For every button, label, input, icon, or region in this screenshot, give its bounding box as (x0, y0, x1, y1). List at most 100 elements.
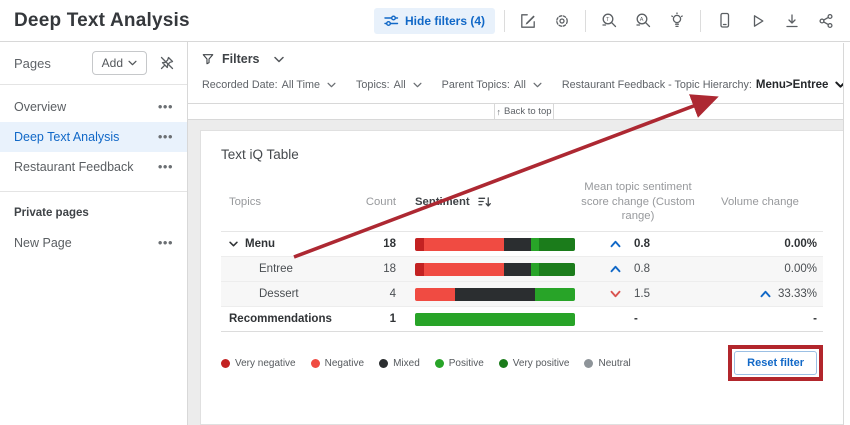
chevron-up-icon (760, 290, 771, 298)
count-cell: 18 (341, 238, 396, 250)
filter-chip[interactable]: Topics:All (356, 79, 422, 91)
share-icon[interactable] (812, 8, 840, 34)
score-change-cell: 0.8 (575, 263, 701, 275)
legend-dot-icon (311, 359, 320, 368)
scrollbar-track[interactable] (843, 43, 850, 425)
legend-item: Positive (435, 358, 484, 369)
back-to-top-button[interactable]: ↑ Back to top (494, 104, 554, 119)
count-cell: 4 (341, 288, 396, 300)
sidebar-item-label: Deep Text Analysis (14, 130, 119, 144)
column-header-volume-change[interactable]: Volume change (701, 196, 819, 208)
legend-label: Negative (325, 358, 364, 369)
column-header-topics[interactable]: Topics (221, 196, 341, 208)
score-change-cell: - (575, 313, 701, 325)
sentiment-segment-positive (535, 288, 575, 301)
legend-item: Very negative (221, 358, 296, 369)
more-menu-icon[interactable]: ••• (158, 133, 173, 141)
sidebar-item[interactable]: Deep Text Analysis ••• (0, 122, 187, 152)
column-header-mean-change[interactable]: Mean topic sentiment score change (Custo… (575, 180, 701, 224)
table-row[interactable]: Dessert4 1.533.33% (221, 282, 823, 307)
annotation-highlight-box: Reset filter (728, 345, 823, 381)
sentiment-segment-very_negative (415, 238, 424, 251)
table-row[interactable]: Recommendations1 - - (221, 307, 823, 332)
more-menu-icon[interactable]: ••• (158, 163, 173, 171)
sentiment-legend: Very negativeNegativeMixedPositiveVery p… (221, 358, 631, 369)
topic-cell[interactable]: Recommendations (221, 313, 341, 325)
page-title: Deep Text Analysis (14, 10, 190, 32)
reset-filter-button[interactable]: Reset filter (734, 351, 817, 375)
unpin-sidebar-icon[interactable] (159, 55, 175, 71)
legend-item: Negative (311, 358, 364, 369)
pages-sidebar: Pages Add Overview•••Deep Text Analysis•… (0, 42, 188, 425)
magnifier-text-icon[interactable]: T (595, 8, 623, 34)
dashboard-content: Text iQ Table Topics Count Sentiment Me (188, 120, 850, 425)
legend-dot-icon (584, 359, 593, 368)
topic-cell[interactable]: Entree (221, 263, 341, 275)
table-row[interactable]: Entree180.80.00% (221, 257, 823, 282)
sentiment-bar[interactable] (415, 238, 575, 251)
add-page-button[interactable]: Add (92, 51, 147, 75)
topic-cell[interactable]: Menu (221, 238, 341, 250)
expand-chevron-icon[interactable] (229, 241, 238, 247)
filter-chip[interactable]: Recorded Date:All Time (202, 79, 336, 91)
sidebar-item[interactable]: Restaurant Feedback••• (0, 152, 187, 182)
volume-change-cell: 33.33% (701, 288, 819, 300)
count-cell: 1 (341, 313, 396, 325)
volume-change-value: 0.00% (784, 238, 817, 250)
chevron-down-icon[interactable] (274, 56, 284, 63)
sentiment-segment-positive (531, 238, 540, 251)
text-iq-table: Topics Count Sentiment Mean topic sentim… (221, 180, 823, 332)
hide-filters-button[interactable]: Hide filters (4) (374, 8, 495, 34)
score-change-cell: 0.8 (575, 238, 701, 250)
svg-text:A: A (639, 17, 643, 23)
sidebar-pages-list: Overview•••Deep Text Analysis•••Restaura… (0, 85, 187, 192)
legend-dot-icon (379, 359, 388, 368)
filter-chip[interactable]: Restaurant Feedback - Topic Hierarchy:Me… (562, 79, 847, 91)
device-preview-icon[interactable] (710, 8, 738, 34)
more-menu-icon[interactable]: ••• (158, 239, 173, 247)
volume-change-cell: - (701, 313, 819, 325)
download-icon[interactable] (778, 8, 806, 34)
filter-sliders-icon (384, 14, 399, 27)
play-icon[interactable] (744, 8, 772, 34)
table-row[interactable]: Menu18 0.8 0.00% (221, 232, 823, 257)
chevron-down-icon (327, 82, 336, 88)
sentiment-bar[interactable] (415, 313, 575, 326)
filter-chip-value: Menu>Entree (756, 79, 829, 91)
edit-icon[interactable] (514, 8, 542, 34)
column-header-count[interactable]: Count (341, 196, 396, 208)
topic-cell[interactable]: Dessert (221, 288, 341, 300)
toolbar-divider (585, 10, 586, 32)
legend-label: Very negative (235, 358, 296, 369)
volume-change-cell: 0.00% (701, 238, 819, 250)
sentiment-segment-very_positive (539, 238, 575, 251)
arrow-up-icon: ↑ (496, 107, 501, 117)
toolbar-divider (700, 10, 701, 32)
sentiment-segment-mixed (455, 288, 535, 301)
sentiment-bar[interactable] (415, 288, 575, 301)
filter-chip-label: Topics: (356, 79, 390, 91)
filter-chip-label: Recorded Date: (202, 79, 278, 91)
sidebar-item[interactable]: New Page••• (0, 228, 187, 258)
sidebar-item[interactable]: Overview••• (0, 92, 187, 122)
magnifier-data-icon[interactable]: A (629, 8, 657, 34)
filter-chip-label: Parent Topics: (442, 79, 510, 91)
sentiment-bar[interactable] (415, 263, 575, 276)
filter-chip[interactable]: Parent Topics:All (442, 79, 542, 91)
more-menu-icon[interactable]: ••• (158, 103, 173, 111)
ideas-lightbulb-icon[interactable] (663, 8, 691, 34)
volume-change-value: - (813, 313, 817, 325)
count-cell: 18 (341, 263, 396, 275)
legend-dot-icon (499, 359, 508, 368)
chevron-down-icon (413, 82, 422, 88)
toolbar: Hide filters (4) T A (374, 8, 840, 34)
score-change-cell: 1.5 (575, 288, 701, 300)
filters-panel: Filters Recorded Date:All TimeTopics:All… (188, 42, 850, 104)
settings-gear-icon[interactable] (548, 8, 576, 34)
sidebar-private-list: New Page••• (0, 226, 187, 267)
table-footer: Very negativeNegativeMixedPositiveVery p… (221, 345, 823, 381)
chevron-up-icon (610, 240, 621, 248)
chevron-down-icon (533, 82, 542, 88)
column-header-sentiment[interactable]: Sentiment (396, 196, 575, 208)
sentiment-segment-positive (531, 263, 540, 276)
